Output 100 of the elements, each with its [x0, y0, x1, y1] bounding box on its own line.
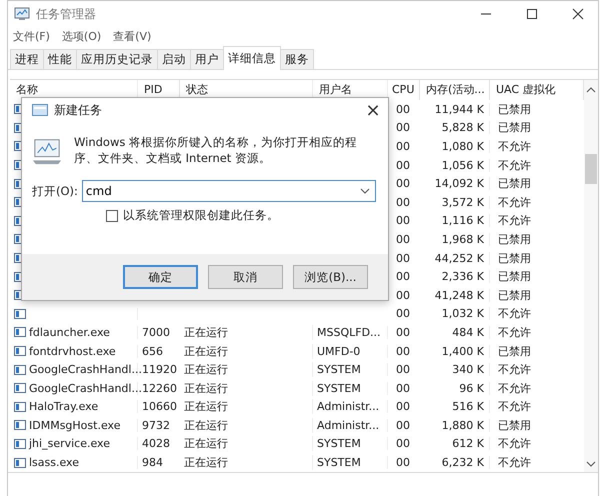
table-cell: 已禁用 — [498, 344, 531, 359]
table-cell: 00 — [396, 121, 410, 134]
scroll-up-icon[interactable] — [586, 86, 596, 94]
table-cell: 1,080 K — [442, 140, 484, 153]
table-cell: 1,056 K — [442, 158, 484, 172]
maximize-icon[interactable] — [526, 8, 538, 20]
process-name: fdlauncher.exe — [29, 326, 110, 339]
table-cell: 00 — [396, 140, 410, 153]
table-cell: 5,828 K — [442, 121, 484, 134]
program-icon — [14, 345, 26, 358]
table-cell: 12260 — [142, 382, 177, 395]
table-cell: 9732 — [142, 418, 170, 432]
table-cell: 正在运行 — [184, 324, 228, 340]
scroll-down-icon[interactable] — [586, 460, 596, 468]
table-cell: 00 — [396, 437, 410, 450]
tab[interactable]: 性能 — [43, 49, 77, 69]
table-cell: 00 — [396, 270, 410, 284]
table-cell: 已禁用 — [498, 102, 531, 117]
table-cell: 已禁用 — [498, 176, 531, 192]
checkbox[interactable] — [106, 210, 118, 222]
table-cell: 1,400 K — [442, 344, 484, 358]
table-cell: 正在运行 — [184, 455, 228, 470]
menu-item[interactable]: 选项(O) — [62, 28, 102, 44]
scroll-thumb[interactable] — [585, 154, 597, 184]
table-cell: MSSQLFD... — [317, 326, 381, 339]
dialog-button[interactable]: 浏览(B)... — [293, 265, 368, 289]
table-cell: 已禁用 — [498, 288, 531, 303]
column-header[interactable]: 内存(活动... — [420, 80, 490, 100]
checkbox-label: 以系统管理权限创建此任务。 — [123, 208, 279, 223]
table-cell: 41,248 K — [434, 288, 484, 302]
table-cell: 已禁用 — [498, 120, 531, 136]
tab[interactable]: 启动 — [157, 49, 191, 69]
program-icon — [14, 400, 26, 413]
scrollbar[interactable] — [584, 80, 598, 472]
program-icon — [14, 364, 26, 376]
program-icon — [14, 456, 26, 469]
program-icon — [14, 438, 26, 450]
table-cell: 已禁用 — [498, 418, 531, 433]
program-icon — [14, 326, 26, 338]
table-cell: 不允许 — [498, 324, 531, 340]
menu-item[interactable]: 查看(V) — [113, 28, 152, 44]
table-cell: Administr... — [317, 418, 380, 432]
dialog-button[interactable]: 确定 — [123, 265, 198, 289]
table-cell: 1,116 K — [442, 214, 484, 228]
table-cell: 不允许 — [498, 362, 531, 378]
table-cell: 00 — [396, 252, 410, 265]
table-cell: 516 K — [452, 400, 484, 414]
table-cell: 96 K — [459, 382, 484, 395]
process-name: HaloTray.exe — [29, 400, 98, 414]
table-cell: UMFD-0 — [317, 344, 360, 358]
table-cell: 1,968 K — [442, 232, 484, 246]
tab[interactable]: 应用历史记录 — [76, 49, 158, 69]
table-cell: 00 — [396, 400, 410, 414]
table-cell: 3,572 K — [442, 196, 484, 209]
table-cell: 不允许 — [498, 158, 531, 173]
dialog-button[interactable]: 取消 — [208, 265, 283, 289]
dropdown-icon[interactable] — [360, 188, 370, 194]
table-cell: 不允许 — [498, 436, 531, 452]
program-icon — [14, 308, 26, 320]
table-cell: 00 — [396, 344, 410, 358]
tab[interactable]: 服务 — [280, 49, 314, 69]
table-cell: 1,032 K — [442, 307, 484, 320]
close-button[interactable]: × — [358, 100, 388, 120]
table-cell: 不允许 — [498, 213, 531, 228]
table-cell: 14,092 K — [434, 177, 484, 190]
close-icon[interactable] — [572, 8, 584, 20]
table-cell: 不允许 — [498, 380, 531, 396]
table-cell: 1,880 K — [442, 418, 484, 432]
command-field[interactable]: cmd — [82, 180, 376, 202]
table-cell: 正在运行 — [184, 418, 228, 433]
table-cell: 00 — [396, 214, 410, 228]
table-cell: 484 K — [452, 326, 484, 339]
menu-item[interactable]: 文件(F) — [13, 28, 50, 44]
table-cell: 612 K — [452, 437, 484, 450]
table-cell: 已禁用 — [498, 269, 531, 284]
table-cell: 00 — [396, 326, 410, 339]
table-cell: 00 — [396, 288, 410, 302]
process-name: lsass.exe — [29, 456, 79, 470]
table-cell: SYSTEM — [317, 456, 361, 470]
process-name: fontdrvhost.exe — [29, 344, 116, 358]
table-cell: 6,232 K — [442, 456, 484, 470]
process-name: jhi_service.exe — [29, 437, 110, 450]
table-cell: 984 — [142, 456, 163, 470]
table-cell: 00 — [396, 456, 410, 470]
program-icon — [14, 382, 26, 394]
table-cell: 已禁用 — [498, 250, 531, 266]
table-cell: SYSTEM — [317, 437, 361, 450]
tab[interactable]: 详细信息 — [223, 46, 281, 70]
program-icon — [14, 419, 26, 432]
table-cell: 不允许 — [498, 306, 531, 322]
table-cell: 44,252 K — [434, 252, 484, 265]
tab[interactable]: 用户 — [190, 49, 224, 69]
monitor-icon — [14, 6, 30, 22]
tab[interactable]: 进程 — [10, 49, 44, 69]
table-cell: 不允许 — [498, 138, 531, 154]
table-cell: SYSTEM — [317, 363, 361, 376]
run-icon — [32, 104, 48, 116]
table-cell: 00 — [396, 307, 410, 320]
window-title: 任务管理器 — [36, 6, 96, 22]
table-cell: 正在运行 — [184, 436, 228, 452]
